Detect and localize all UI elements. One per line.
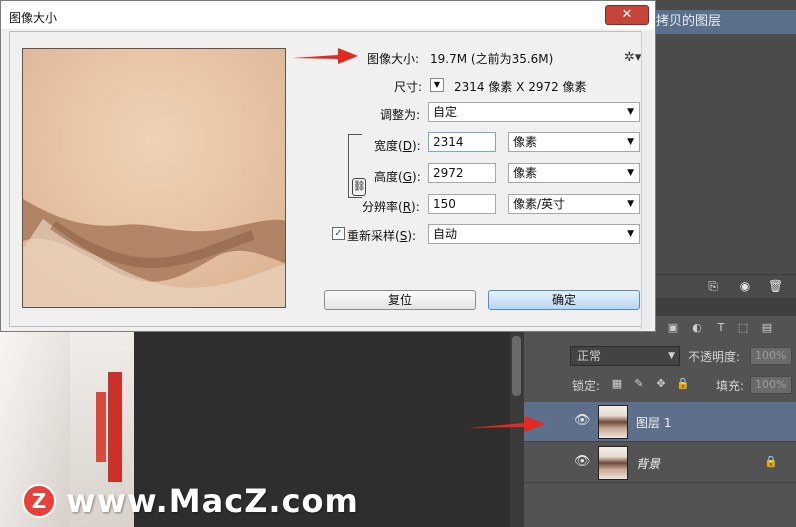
- fill-label: 填充:: [716, 379, 745, 393]
- smart-object-filter-icon[interactable]: ▤: [760, 321, 774, 335]
- height-input[interactable]: 2972: [428, 163, 496, 183]
- annotation-arrow-right: [292, 48, 358, 64]
- blend-row: 正常 ▼ 不透明度: 100%: [524, 344, 796, 368]
- close-button[interactable]: ✕: [605, 5, 649, 25]
- text-filter-icon[interactable]: T: [714, 321, 728, 335]
- lock-move-icon[interactable]: ✥: [654, 377, 668, 391]
- lock-label: 锁定:: [572, 379, 601, 393]
- dimensions-dropdown[interactable]: ▼: [430, 78, 444, 92]
- ok-button[interactable]: 确定: [488, 290, 640, 310]
- image-size-label: 图像大小:: [367, 52, 420, 66]
- layer-row-background[interactable]: 👁 背景 🔒: [524, 443, 796, 483]
- blend-mode-value: 正常: [577, 349, 602, 363]
- fit-to-value: 自定: [433, 105, 458, 119]
- chevron-down-icon: ▼: [627, 229, 634, 239]
- eye-icon[interactable]: 👁: [574, 414, 591, 428]
- macz-logo-icon: Z: [22, 484, 56, 518]
- image-preview[interactable]: [22, 48, 286, 308]
- dimensions-label: 尺寸:: [394, 80, 423, 94]
- photo-red-object: [108, 372, 122, 482]
- width-unit-value: 像素: [513, 135, 538, 149]
- width-label: 宽度(D):: [374, 139, 421, 153]
- image-filter-icon[interactable]: ▣: [666, 321, 680, 335]
- fit-to-select[interactable]: 自定 ▼: [428, 102, 640, 122]
- chevron-down-icon: ▼: [627, 107, 634, 117]
- height-unit-select[interactable]: 像素 ▼: [508, 163, 640, 183]
- chevron-down-icon: ▼: [627, 137, 634, 147]
- resolution-unit-select[interactable]: 像素/英寸 ▼: [508, 194, 640, 214]
- camera-icon[interactable]: ◉: [738, 280, 752, 293]
- photo-red-object-2: [96, 392, 106, 462]
- preview-image: [23, 49, 285, 307]
- reset-button[interactable]: 复位: [324, 290, 476, 310]
- layer-name: 图层 1: [636, 416, 672, 430]
- dialog-body: ✲▾ 图像大小: 19.7M (之前为35.6M) 尺寸: ▼ 2314 像素 …: [9, 31, 649, 327]
- resample-key: S: [399, 229, 408, 243]
- eye-icon[interactable]: 👁: [574, 455, 591, 469]
- chain-link-icon[interactable]: ⛓: [352, 178, 366, 196]
- chevron-down-icon: ▼: [627, 199, 634, 209]
- width-key: D: [402, 139, 412, 153]
- layer-name: 背景: [636, 457, 661, 471]
- height-label-text: 高度: [374, 170, 399, 184]
- layer-row-1[interactable]: 👁 图层 1: [524, 402, 796, 442]
- annotation-arrow-layer: [468, 416, 546, 432]
- resample-checkbox[interactable]: ✓: [332, 227, 345, 240]
- gear-icon[interactable]: ✲▾: [624, 50, 641, 65]
- dialog-titlebar[interactable]: 图像大小 ✕: [1, 1, 655, 29]
- adjustment-filter-icon[interactable]: ◐: [690, 321, 704, 335]
- opacity-label: 不透明度:: [688, 350, 741, 364]
- scrollbar-thumb[interactable]: [512, 336, 521, 396]
- history-item[interactable]: 拷贝的图层: [648, 10, 796, 34]
- height-label: 高度(G):: [374, 170, 421, 184]
- resolution-label-text: 分辨率: [362, 200, 399, 214]
- dimensions-value: 2314 像素 X 2972 像素: [454, 80, 587, 94]
- lock-row: 锁定: ▦ ✎ ✥ 🔒 填充: 100%: [524, 374, 796, 396]
- image-size-value: 19.7M (之前为35.6M): [430, 52, 554, 66]
- width-input[interactable]: 2314: [428, 132, 496, 152]
- width-label-text: 宽度: [374, 139, 399, 153]
- blend-mode-select[interactable]: 正常 ▼: [570, 346, 680, 366]
- lock-all-icon[interactable]: 🔒: [676, 377, 690, 391]
- resolution-label: 分辨率(R):: [362, 200, 420, 214]
- new-document-icon[interactable]: ⎘: [706, 280, 720, 293]
- width-unit-select[interactable]: 像素 ▼: [508, 132, 640, 152]
- opacity-field[interactable]: 100%: [750, 347, 792, 365]
- resolution-key: R: [402, 200, 412, 214]
- chevron-down-icon: ▼: [627, 168, 634, 178]
- chevron-down-icon: ▼: [668, 351, 675, 361]
- fill-field[interactable]: 100%: [750, 376, 792, 394]
- trash-icon[interactable]: 🗑: [768, 280, 783, 293]
- resample-value: 自动: [433, 227, 458, 241]
- resolution-unit-value: 像素/英寸: [513, 197, 566, 211]
- dialog-title: 图像大小: [9, 11, 58, 25]
- height-unit-value: 像素: [513, 166, 538, 180]
- shape-filter-icon[interactable]: ⬚: [736, 321, 750, 335]
- lock-icon: 🔒: [764, 455, 778, 468]
- resample-label-text: 重新采样: [347, 229, 396, 243]
- lock-paint-icon[interactable]: ✎: [632, 377, 646, 391]
- resample-label: 重新采样(S):: [347, 229, 417, 243]
- resample-select[interactable]: 自动 ▼: [428, 224, 640, 244]
- lock-transparent-icon[interactable]: ▦: [610, 377, 624, 391]
- layer-thumbnail: [598, 446, 628, 480]
- dialog-scrollbar[interactable]: [641, 31, 653, 329]
- resolution-input[interactable]: 150: [428, 194, 496, 214]
- fit-to-label: 调整为:: [380, 108, 421, 122]
- layer-thumbnail: [598, 405, 628, 439]
- height-key: G: [402, 170, 413, 184]
- watermark-text: www.MacZ.com: [66, 482, 359, 520]
